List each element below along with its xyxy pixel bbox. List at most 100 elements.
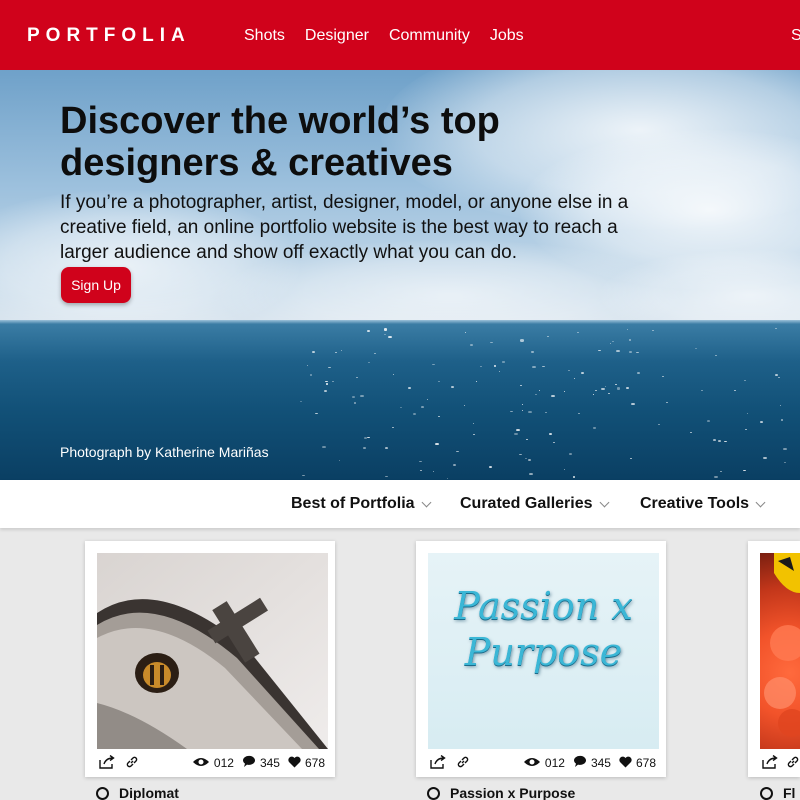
circle-icon bbox=[760, 786, 773, 800]
sparkle bbox=[777, 376, 780, 379]
sparkle bbox=[407, 387, 411, 389]
menu-curated-galleries[interactable]: Curated Galleries bbox=[460, 495, 609, 513]
sparkle bbox=[385, 447, 388, 450]
sparkle bbox=[519, 453, 522, 456]
shot-image[interactable] bbox=[97, 553, 328, 749]
sparkle bbox=[713, 439, 716, 442]
sparkle bbox=[306, 364, 309, 366]
nav-link-right-partial[interactable]: S bbox=[791, 27, 800, 45]
share-icon[interactable] bbox=[762, 754, 778, 772]
shot-card[interactable]: 012 345 678 bbox=[85, 541, 335, 777]
sparkle bbox=[435, 442, 439, 446]
shot-image[interactable]: Passion x Purpose bbox=[428, 553, 659, 749]
shot-title-text: Diplomat bbox=[119, 785, 179, 800]
sparkle bbox=[593, 427, 596, 429]
sparkle bbox=[666, 401, 668, 403]
heart-icon[interactable] bbox=[288, 756, 301, 771]
sparkle bbox=[456, 450, 459, 452]
sparkle bbox=[628, 339, 632, 341]
sparkle bbox=[353, 402, 356, 404]
sparkle bbox=[717, 440, 721, 442]
sparkle bbox=[662, 375, 664, 377]
shot-card[interactable]: Passion x Purpose 012 345 678 bbox=[416, 541, 666, 777]
sign-up-button[interactable]: Sign Up bbox=[61, 267, 131, 303]
sparkle bbox=[516, 428, 521, 431]
sparkle bbox=[356, 377, 358, 378]
link-icon[interactable] bbox=[125, 755, 139, 772]
circle-icon bbox=[427, 786, 440, 800]
sparkle bbox=[594, 389, 597, 391]
link-icon[interactable] bbox=[456, 755, 470, 772]
heart-icon[interactable] bbox=[619, 756, 632, 771]
sparkle bbox=[551, 394, 555, 397]
sparkle bbox=[419, 460, 422, 463]
flower-photo bbox=[764, 553, 800, 737]
sparkle bbox=[502, 361, 505, 363]
like-count: 678 bbox=[635, 756, 656, 770]
sparkle bbox=[325, 380, 328, 382]
sparkle bbox=[413, 412, 417, 415]
sparkle bbox=[463, 404, 466, 406]
sparkle bbox=[763, 457, 767, 459]
sparkle bbox=[714, 475, 718, 478]
sparkle bbox=[616, 387, 621, 390]
menu-label: Curated Galleries bbox=[460, 495, 593, 512]
circle-icon bbox=[96, 786, 109, 800]
sparkle bbox=[328, 366, 331, 368]
menu-label: Best of Portfolia bbox=[291, 495, 415, 512]
nav-link-designer[interactable]: Designer bbox=[305, 27, 369, 45]
sparkle bbox=[701, 389, 703, 391]
menu-label: Creative Tools bbox=[640, 495, 750, 512]
eye-icon bbox=[523, 756, 541, 771]
sparkle bbox=[578, 413, 580, 414]
sparkle bbox=[351, 396, 355, 398]
sparkle bbox=[690, 431, 692, 433]
sparkle bbox=[438, 415, 440, 417]
hero-description: If you’re a photographer, artist, design… bbox=[60, 192, 629, 263]
hero-banner: Discover the world’s top designers & cre… bbox=[0, 70, 800, 480]
sparkle bbox=[498, 370, 500, 372]
hero-title: Discover the world’s top designers & cre… bbox=[60, 100, 500, 184]
sparkle bbox=[494, 365, 496, 367]
shot-card[interactable] bbox=[748, 541, 800, 777]
sparkle bbox=[631, 402, 635, 406]
shot-actions bbox=[762, 753, 800, 773]
share-icon[interactable] bbox=[430, 754, 446, 772]
shot-image[interactable] bbox=[760, 553, 800, 749]
like-count: 678 bbox=[304, 756, 325, 770]
view-count: 012 bbox=[213, 756, 234, 770]
comment-icon bbox=[573, 755, 587, 771]
sparkle bbox=[545, 412, 547, 413]
passion-purpose-artwork: Passion x Purpose bbox=[454, 584, 633, 674]
sparkle bbox=[421, 406, 425, 408]
nav-link-community[interactable]: Community bbox=[389, 27, 470, 45]
view-count: 012 bbox=[544, 756, 565, 770]
sparkle bbox=[360, 394, 365, 397]
shot-title[interactable]: Passion x Purpose bbox=[427, 785, 575, 800]
shot-actions: 012 345 678 bbox=[430, 753, 656, 773]
menu-best-of-portfolia[interactable]: Best of Portfolia bbox=[291, 495, 432, 513]
sparkle bbox=[514, 433, 518, 436]
nav-link-shots[interactable]: Shots bbox=[244, 27, 285, 45]
sparkle bbox=[338, 460, 340, 461]
chevron-down-icon bbox=[421, 497, 432, 507]
sparkle bbox=[325, 383, 329, 385]
church-photo bbox=[97, 553, 328, 749]
sparkle bbox=[652, 330, 654, 332]
link-icon[interactable] bbox=[786, 755, 800, 772]
sparkle bbox=[472, 422, 474, 424]
comment-count: 345 bbox=[590, 756, 611, 770]
shot-title[interactable]: Diplomat bbox=[96, 785, 179, 800]
sparkle bbox=[784, 462, 786, 464]
shot-title[interactable]: Fl bbox=[760, 785, 795, 800]
menu-creative-tools[interactable]: Creative Tools bbox=[640, 495, 766, 513]
photo-credit: Photograph by Katherine Mariñas bbox=[60, 444, 269, 460]
nav-link-jobs[interactable]: Jobs bbox=[490, 27, 524, 45]
sparkle bbox=[452, 464, 456, 466]
shot-title-text: Fl bbox=[783, 785, 796, 800]
share-icon[interactable] bbox=[99, 754, 115, 772]
sparkle bbox=[779, 405, 781, 406]
logo[interactable]: PORTFOLIA bbox=[27, 25, 191, 47]
sparkle bbox=[592, 394, 595, 395]
shot-title-text: Passion x Purpose bbox=[450, 785, 576, 800]
